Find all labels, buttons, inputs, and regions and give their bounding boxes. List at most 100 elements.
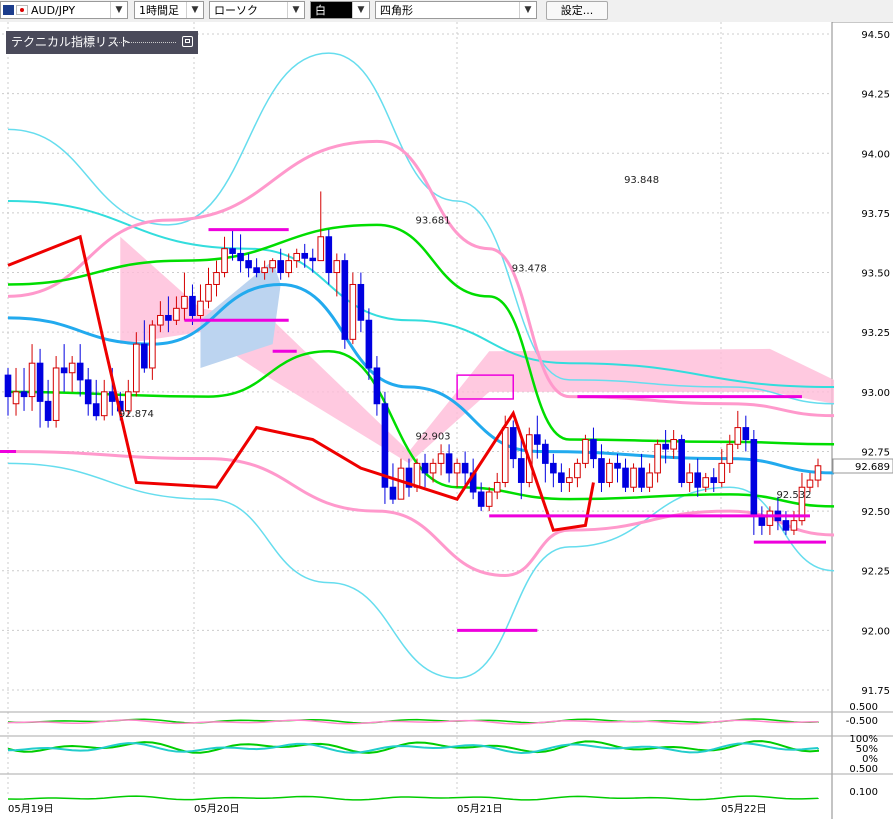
candle-body [646, 472, 653, 488]
candle-body [325, 236, 333, 274]
candle-body [485, 491, 493, 507]
candle-body [205, 283, 212, 302]
candle-body [678, 439, 685, 483]
candle-body [453, 462, 461, 474]
candle-body [566, 477, 573, 483]
candle-body [28, 362, 36, 398]
candle-body [766, 510, 774, 526]
x-tick-label: 05月22日 [721, 803, 766, 815]
candle-body [389, 486, 397, 500]
candle-body [341, 260, 349, 340]
x-tick-label: 05月20日 [194, 803, 239, 815]
candle-body [654, 443, 661, 474]
x-tick-label: 05月19日 [8, 803, 53, 815]
candle-body [606, 462, 613, 483]
drawing-shape-select[interactable]: 四角形 ▼ [375, 1, 537, 19]
candle-body [261, 267, 268, 274]
color-label: 白 [315, 4, 326, 17]
y-tick-label: 92.00 [861, 626, 890, 637]
candle-body [20, 391, 28, 398]
candle-body [173, 307, 180, 321]
candle-body [630, 467, 637, 488]
candle-body [445, 453, 453, 474]
candle-body [293, 252, 301, 262]
chevron-down-icon[interactable]: ▼ [519, 2, 536, 18]
price-label: 92.903 [416, 432, 451, 443]
candle-body [814, 465, 822, 481]
candle-body [542, 443, 549, 464]
y-tick-label: 92.50 [861, 507, 890, 518]
candle-body [92, 403, 100, 417]
candle-body [301, 252, 309, 259]
candle-body [702, 477, 710, 488]
panel-divider [110, 42, 176, 43]
candle-body [44, 400, 52, 421]
y-tick-label: 92.75 [861, 447, 890, 458]
sub-panel-label: 0.500 [849, 764, 878, 775]
shape-label: 四角形 [380, 4, 413, 17]
candle-body [558, 472, 565, 483]
candle-body [333, 260, 341, 274]
chevron-down-icon[interactable]: ▼ [186, 2, 203, 18]
candle-body [582, 439, 589, 464]
restore-window-icon[interactable] [182, 36, 193, 47]
price-label: 93.848 [624, 175, 659, 186]
candle-body [317, 236, 325, 262]
candle-body [413, 462, 421, 488]
candle-body [84, 379, 92, 405]
symbol-label: AUD/JPY [31, 4, 76, 17]
chart-type-label: ローソク [214, 4, 258, 17]
chart-type-select[interactable]: ローソク ▼ [209, 1, 305, 19]
candle-body [189, 295, 196, 316]
candle-body [429, 462, 437, 474]
candle-body [133, 343, 140, 393]
sub-panel-label: -0.500 [846, 716, 878, 727]
candle-body [397, 467, 405, 500]
candle-body [229, 248, 236, 254]
candle-body [501, 427, 509, 483]
price-label: 93.681 [416, 216, 451, 227]
candle-body [237, 252, 244, 262]
candle-body [197, 300, 204, 316]
sub-panel-label: 0.100 [849, 787, 878, 798]
indicator-list-panel[interactable]: テクニカル指標リスト [6, 31, 198, 54]
price-label: 92.532 [776, 490, 811, 501]
candle-body [52, 367, 60, 421]
candle-body [245, 260, 252, 269]
y-tick-label: 93.00 [861, 388, 890, 399]
sub-panel-label: 0.500 [849, 702, 878, 713]
plot-background [0, 22, 832, 819]
candle-body [68, 362, 76, 374]
timeframe-select[interactable]: 1時間足 ▼ [134, 1, 204, 19]
settings-button[interactable]: 設定... [546, 1, 608, 20]
y-tick-label: 93.25 [861, 328, 890, 339]
x-tick-label: 05月21日 [457, 803, 502, 815]
symbol-select[interactable]: AUD/JPY ▼ [0, 1, 128, 19]
candle-body [181, 295, 188, 309]
aud-flag-icon [3, 5, 14, 15]
chevron-down-icon[interactable]: ▼ [352, 2, 369, 18]
price-label: 92.874 [119, 409, 154, 420]
candle-body [509, 427, 517, 460]
candle-body [365, 319, 373, 369]
y-tick-label: 91.75 [861, 686, 890, 697]
timeframe-label: 1時間足 [139, 4, 179, 17]
candle-body [710, 477, 718, 483]
chevron-down-icon[interactable]: ▼ [110, 2, 127, 18]
candle-body [718, 462, 726, 483]
y-tick-label: 94.25 [861, 90, 890, 101]
candle-body [149, 324, 156, 369]
candle-body [694, 472, 702, 488]
candle-body [790, 520, 798, 531]
y-tick-label: 94.50 [861, 30, 890, 41]
chart-area[interactable]: 94.50 94.25 94.00 93.75 93.50 93.25 93.00 92.75… [0, 22, 893, 819]
candle-body [686, 472, 693, 483]
color-select[interactable]: 白 ▼ [310, 1, 370, 19]
candle-body [670, 439, 677, 450]
candle-body [662, 443, 669, 450]
candle-body [349, 283, 357, 340]
chevron-down-icon[interactable]: ▼ [287, 2, 304, 18]
candle-body [4, 374, 12, 398]
candle-body [806, 479, 814, 488]
jpy-flag-icon [16, 5, 28, 15]
